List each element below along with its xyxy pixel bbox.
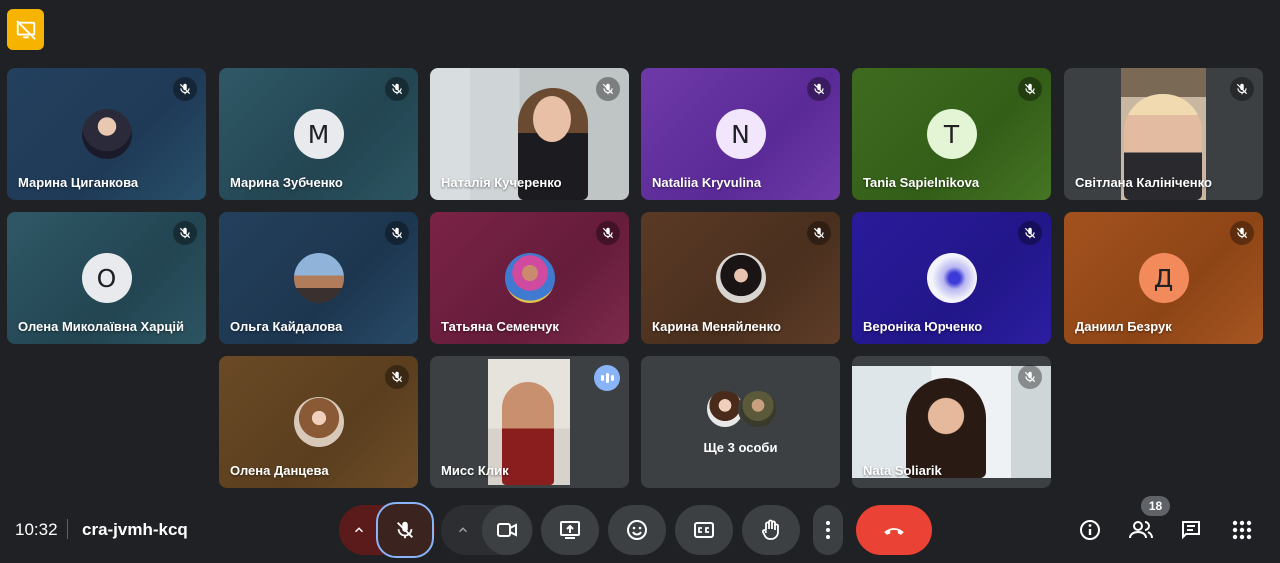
captions-button[interactable] <box>675 505 733 555</box>
avatar-initial: T <box>926 109 977 159</box>
more-options-button[interactable] <box>813 505 843 555</box>
participant-name: Олена Данцева <box>230 463 329 478</box>
divider <box>67 519 68 539</box>
mic-off-icon <box>1018 77 1042 101</box>
mic-off-icon <box>1230 221 1254 245</box>
avatar <box>738 389 778 429</box>
participant-video-tile[interactable]: Nata Soliarik <box>852 356 1051 488</box>
participant-name: Nata Soliarik <box>863 463 942 478</box>
avatar <box>81 109 132 159</box>
avatar-initial: Д <box>1138 253 1189 303</box>
participant-name: Марина Циганкова <box>18 175 139 190</box>
participant-video-tile[interactable]: Світлана Калініченко <box>1064 68 1263 200</box>
mic-off-icon <box>1018 221 1042 245</box>
avatar <box>293 397 344 447</box>
participant-tile[interactable]: N Nataliia Kryvulina <box>641 68 840 200</box>
presentation-off-icon[interactable] <box>7 9 44 50</box>
more-participants-label: Ще 3 особи <box>703 440 778 455</box>
chevron-up-icon <box>354 527 364 533</box>
participant-tile[interactable]: Олена Данцева <box>219 356 418 488</box>
participant-name: Марина Зубченко <box>230 175 343 190</box>
chat-button[interactable] <box>1173 512 1209 548</box>
more-vert-icon <box>826 521 830 539</box>
avatar-initial: О <box>81 253 132 303</box>
face-shape <box>502 382 554 485</box>
mic-off-icon <box>807 77 831 101</box>
mic-off-icon <box>385 365 409 389</box>
people-icon <box>1129 521 1153 539</box>
people-button[interactable] <box>1123 512 1159 548</box>
participant-video-tile[interactable]: Наталія Кучеренко <box>430 68 629 200</box>
participant-tile[interactable]: Марина Циганкова <box>7 68 206 200</box>
participant-name: Мисс Клик <box>441 463 509 478</box>
meeting-code: cra-jvmh-kcq <box>82 520 188 539</box>
mic-off-icon <box>173 77 197 101</box>
raise-hand-icon <box>762 519 779 540</box>
closed-captions-icon <box>694 522 714 538</box>
participant-name: Nataliia Kryvulina <box>652 175 762 190</box>
mic-toggle-button[interactable] <box>376 502 434 558</box>
mic-off-icon <box>385 77 409 101</box>
activities-button[interactable] <box>1224 512 1260 548</box>
avatar-initial: М <box>293 109 344 159</box>
participant-video-tile[interactable]: Мисс Клик <box>430 356 629 488</box>
mic-off-icon <box>1018 365 1042 389</box>
participant-name: Олена Миколаївна Харцій <box>18 319 184 334</box>
raise-hand-button[interactable] <box>742 505 800 555</box>
leave-call-button[interactable] <box>856 505 932 555</box>
mic-off-icon <box>173 221 197 245</box>
speaking-indicator-icon <box>594 365 620 391</box>
apps-grid-icon <box>1232 520 1252 540</box>
avatar <box>293 253 344 303</box>
chevron-up-icon <box>458 527 468 533</box>
more-participants-tile[interactable]: Ще 3 особи <box>641 356 840 488</box>
participant-name: Вероніка Юрченко <box>863 319 983 334</box>
mic-off-icon <box>596 77 620 101</box>
participant-count-badge: 18 <box>1141 496 1170 516</box>
mic-off-icon <box>385 221 409 245</box>
mic-off-icon <box>807 221 831 245</box>
avatar-initial: N <box>715 109 766 159</box>
participant-name: Даниил Безрук <box>1075 319 1172 334</box>
camera-toggle-button[interactable] <box>482 505 532 555</box>
participant-name: Карина Меняйленко <box>652 319 781 334</box>
participant-tile[interactable]: Вероніка Юрченко <box>852 212 1051 344</box>
chat-icon <box>1182 521 1200 540</box>
participant-name: Світлана Калініченко <box>1075 175 1212 190</box>
meet-window: Марина Циганкова М Марина Зубченко Натал… <box>0 0 1280 563</box>
participant-tile[interactable]: Д Даниил Безрук <box>1064 212 1263 344</box>
mic-off-icon <box>397 521 413 539</box>
participant-name: Ольга Кайдалова <box>230 319 343 334</box>
clock-time: 10:32 <box>15 520 58 539</box>
participant-tile[interactable]: Татьяна Семенчук <box>430 212 629 344</box>
participant-name: Наталія Кучеренко <box>441 175 562 190</box>
videocam-icon <box>497 523 517 537</box>
present-screen-button[interactable] <box>541 505 599 555</box>
participant-tile[interactable]: Ольга Кайдалова <box>219 212 418 344</box>
participant-tile[interactable]: T Tania Sapielnikova <box>852 68 1051 200</box>
audio-options-button[interactable] <box>339 505 379 555</box>
avatar <box>715 253 766 303</box>
mic-off-icon <box>1230 77 1254 101</box>
present-screen-icon <box>560 521 580 539</box>
avatar <box>926 253 977 303</box>
participant-tile[interactable]: О Олена Миколаївна Харцій <box>7 212 206 344</box>
emoji-icon <box>627 520 647 540</box>
info-icon <box>1080 520 1100 540</box>
meeting-details-button[interactable] <box>1072 512 1108 548</box>
call-end-icon <box>884 528 904 535</box>
participant-name: Татьяна Семенчук <box>441 319 559 334</box>
reactions-button[interactable] <box>608 505 666 555</box>
participant-tile[interactable]: Карина Меняйленко <box>641 212 840 344</box>
avatar <box>504 253 555 303</box>
video-options-button[interactable] <box>443 505 483 555</box>
participant-name: Tania Sapielnikova <box>863 175 980 190</box>
face-shape <box>533 96 571 142</box>
participant-tile[interactable]: М Марина Зубченко <box>219 68 418 200</box>
mic-off-icon <box>596 221 620 245</box>
